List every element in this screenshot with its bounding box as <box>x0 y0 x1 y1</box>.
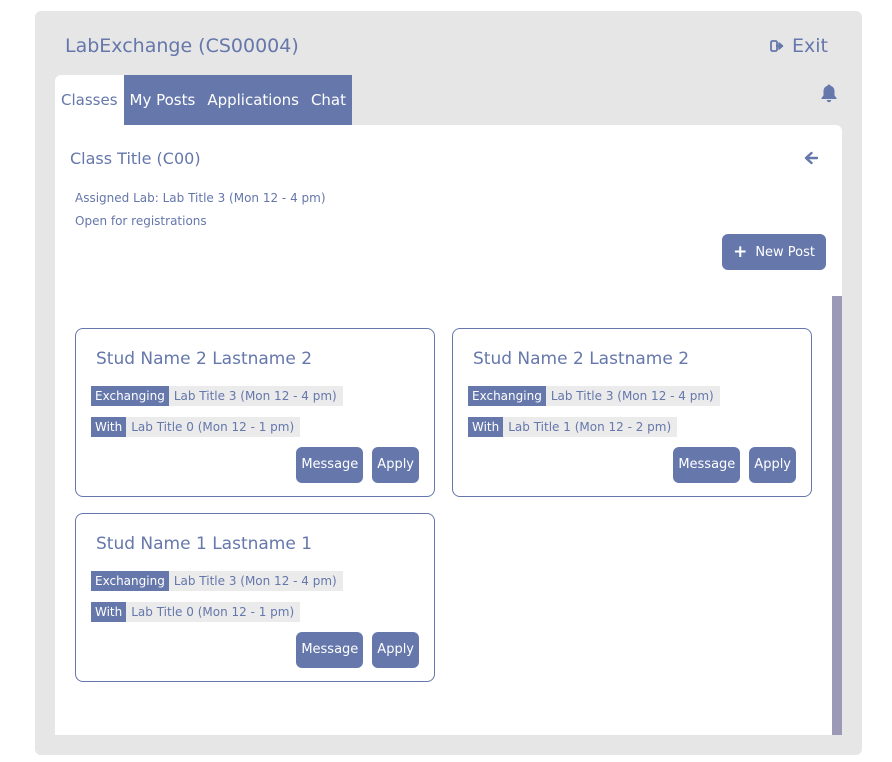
message-button[interactable]: Message <box>296 632 364 668</box>
message-button[interactable]: Message <box>673 447 741 483</box>
registration-status-text: Open for registrations <box>75 214 207 228</box>
exit-label: Exit <box>792 35 828 57</box>
exchanging-badge: Exchanging <box>91 571 169 591</box>
bell-icon[interactable] <box>819 83 839 103</box>
exchanging-lab: Lab Title 3 (Mon 12 - 4 pm) <box>173 574 337 588</box>
with-badge: With <box>468 417 504 437</box>
arrow-left-icon[interactable] <box>804 151 818 165</box>
student-name: Stud Name 1 Lastname 1 <box>96 534 313 554</box>
student-name: Stud Name 2 Lastname 2 <box>96 349 313 369</box>
card-actions: Message Apply <box>296 447 419 483</box>
plus-icon: + <box>733 241 748 262</box>
apply-button[interactable]: Apply <box>372 632 419 668</box>
exchanging-lab: Lab Title 3 (Mon 12 - 4 pm) <box>173 389 337 403</box>
with-row: With Lab Title 0 (Mon 12 - 1 pm) <box>91 417 301 437</box>
with-row: With Lab Title 1 (Mon 12 - 2 pm) <box>468 417 678 437</box>
tab-applications[interactable]: Applications <box>201 75 305 125</box>
student-name: Stud Name 2 Lastname 2 <box>473 349 690 369</box>
with-row: With Lab Title 0 (Mon 12 - 1 pm) <box>91 602 301 622</box>
sign-out-icon <box>770 40 784 52</box>
exchanging-row: Exchanging Lab Title 3 (Mon 12 - 4 pm) <box>91 571 343 591</box>
app-window: LabExchange (CS00004) Exit Classes My Po… <box>35 11 862 755</box>
classes-panel: Class Title (C00) Assigned Lab: Lab Titl… <box>55 125 842 735</box>
class-title: Class Title (C00) <box>70 149 201 168</box>
apply-button[interactable]: Apply <box>749 447 796 483</box>
with-badge: With <box>91 417 127 437</box>
exchanging-lab: Lab Title 3 (Mon 12 - 4 pm) <box>550 389 714 403</box>
exchanging-badge: Exchanging <box>91 386 169 406</box>
with-lab: Lab Title 0 (Mon 12 - 1 pm) <box>131 605 295 619</box>
tab-my-posts[interactable]: My Posts <box>123 75 202 125</box>
exit-button[interactable]: Exit <box>770 35 828 57</box>
with-lab: Lab Title 0 (Mon 12 - 1 pm) <box>131 420 295 434</box>
message-button[interactable]: Message <box>296 447 364 483</box>
post-card: Stud Name 2 Lastname 2 Exchanging Lab Ti… <box>452 328 812 497</box>
apply-button[interactable]: Apply <box>372 447 419 483</box>
tab-bar: Classes My Posts Applications Chat <box>55 75 353 125</box>
assigned-lab-text: Assigned Lab: Lab Title 3 (Mon 12 - 4 pm… <box>75 191 326 205</box>
exchanging-row: Exchanging Lab Title 3 (Mon 12 - 4 pm) <box>468 386 720 406</box>
with-lab: Lab Title 1 (Mon 12 - 2 pm) <box>508 420 672 434</box>
card-actions: Message Apply <box>673 447 796 483</box>
app-title: LabExchange (CS00004) <box>65 35 299 57</box>
exchanging-badge: Exchanging <box>468 386 546 406</box>
post-card: Stud Name 1 Lastname 1 Exchanging Lab Ti… <box>75 513 435 682</box>
exchanging-row: Exchanging Lab Title 3 (Mon 12 - 4 pm) <box>91 386 343 406</box>
tab-chat[interactable]: Chat <box>304 75 353 125</box>
card-actions: Message Apply <box>296 632 419 668</box>
scrollbar[interactable] <box>832 296 842 735</box>
post-card: Stud Name 2 Lastname 2 Exchanging Lab Ti… <box>75 328 435 497</box>
with-badge: With <box>91 602 127 622</box>
new-post-label: New Post <box>755 244 815 260</box>
tab-classes[interactable]: Classes <box>55 75 124 125</box>
new-post-button[interactable]: + New Post <box>722 234 826 270</box>
